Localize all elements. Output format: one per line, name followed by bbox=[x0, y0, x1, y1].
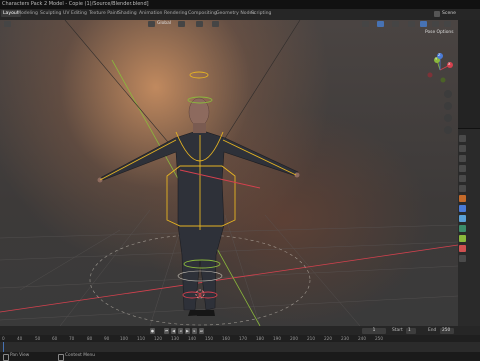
ruler-tick: 50 bbox=[35, 335, 41, 341]
ruler-tick: 120 bbox=[154, 335, 162, 341]
pan-hand-icon[interactable] bbox=[444, 102, 452, 110]
world-tab-icon[interactable] bbox=[459, 185, 466, 192]
ruler-tick: 100 bbox=[120, 335, 128, 341]
ruler-tick: 150 bbox=[205, 335, 213, 341]
transform-orientation-dropdown[interactable]: Global bbox=[157, 21, 171, 26]
ruler-tick: 160 bbox=[222, 335, 230, 341]
jump-keyframe-forward-button[interactable]: ▸ bbox=[192, 327, 197, 334]
properties-panel[interactable] bbox=[458, 128, 480, 327]
proportional-edit-icon[interactable] bbox=[212, 21, 219, 27]
modifier-tab-icon[interactable] bbox=[459, 205, 466, 212]
timeline-ruler[interactable]: 0 40 50 60 70 80 90 100 110 120 130 140 … bbox=[0, 335, 480, 342]
ruler-tick: 220 bbox=[324, 335, 332, 341]
end-frame-field[interactable]: 250 bbox=[440, 327, 454, 334]
context-menu-hint: Context Menu bbox=[65, 353, 95, 358]
playhead[interactable] bbox=[3, 342, 4, 352]
tab-scripting[interactable]: Scripting bbox=[251, 11, 271, 16]
x-axis-line bbox=[0, 244, 458, 313]
ruler-tick: 140 bbox=[188, 335, 196, 341]
ruler-tick: 90 bbox=[104, 335, 110, 341]
jump-end-button[interactable]: ⏭ bbox=[199, 327, 204, 334]
status-bar: Pan View Context Menu bbox=[0, 352, 480, 361]
zoom-icon[interactable] bbox=[444, 90, 452, 98]
floor-grid bbox=[0, 209, 458, 326]
scene-selector[interactable]: Scene bbox=[442, 10, 456, 18]
ruler-tick: 230 bbox=[341, 335, 349, 341]
window-titlebar: Characters Pack 2 Model - Copie (1)/Sour… bbox=[0, 0, 480, 9]
scene-icon[interactable] bbox=[434, 11, 440, 17]
ruler-tick: 180 bbox=[256, 335, 264, 341]
ruler-tick: 190 bbox=[273, 335, 281, 341]
tab-uv-editing[interactable]: UV Editing bbox=[63, 11, 87, 16]
pose-options-dropdown[interactable]: Pose Options bbox=[425, 30, 454, 35]
shading-solid-icon[interactable] bbox=[420, 21, 427, 27]
gizmo-y-label: Y bbox=[435, 57, 438, 61]
tab-compositing[interactable]: Compositing bbox=[188, 11, 217, 16]
ruler-tick: 0 bbox=[2, 335, 5, 341]
visibility-icon[interactable] bbox=[362, 21, 369, 27]
transform-orientation-icon[interactable] bbox=[148, 21, 155, 27]
shading-material-icon[interactable] bbox=[432, 21, 439, 27]
physics-tab-icon[interactable] bbox=[459, 225, 466, 232]
scene-tab-icon[interactable] bbox=[459, 175, 466, 182]
gizmo-z-label: Z bbox=[438, 53, 441, 57]
overlay-toggle-icon[interactable] bbox=[392, 21, 399, 27]
ruler-tick: 60 bbox=[52, 335, 58, 341]
jump-keyframe-back-button[interactable]: ◀ bbox=[171, 327, 176, 334]
ruler-tick: 130 bbox=[171, 335, 179, 341]
ruler-tick: 110 bbox=[137, 335, 145, 341]
ruler-tick: 40 bbox=[17, 335, 23, 341]
tool-tab-icon[interactable] bbox=[459, 135, 466, 142]
shading-rendered-icon[interactable] bbox=[444, 21, 451, 27]
mode-selector-icon[interactable] bbox=[4, 21, 11, 27]
end-frame-label: End bbox=[428, 328, 437, 333]
navigation-gizmo[interactable] bbox=[427, 53, 454, 83]
tab-animation[interactable]: Animation bbox=[139, 11, 162, 16]
pivot-point-icon[interactable] bbox=[178, 21, 185, 27]
material-tab-icon[interactable] bbox=[459, 245, 466, 252]
view-layer-tab-icon[interactable] bbox=[459, 165, 466, 172]
ruler-tick: 210 bbox=[307, 335, 315, 341]
output-tab-icon[interactable] bbox=[459, 155, 466, 162]
tab-sculpting[interactable]: Sculpting bbox=[40, 11, 61, 16]
perspective-toggle-icon[interactable] bbox=[444, 126, 452, 134]
tab-geometry-nodes[interactable]: Geometry Nodes bbox=[216, 11, 255, 16]
ruler-tick: 170 bbox=[239, 335, 247, 341]
jump-start-button[interactable]: ⏮ bbox=[164, 327, 169, 334]
tab-modeling[interactable]: Modeling bbox=[17, 11, 38, 16]
window-title: Characters Pack 2 Model - Copie (1)/Sour… bbox=[2, 1, 149, 7]
xray-toggle-icon[interactable] bbox=[408, 21, 415, 27]
start-frame-field[interactable]: 1 bbox=[406, 327, 416, 334]
viewport-scene bbox=[0, 20, 458, 326]
ruler-tick: 200 bbox=[290, 335, 298, 341]
snap-icon[interactable] bbox=[196, 21, 203, 27]
tab-rendering[interactable]: Rendering bbox=[164, 11, 187, 16]
mouse-right-icon bbox=[58, 353, 64, 361]
camera-view-icon[interactable] bbox=[444, 114, 452, 122]
ruler-tick: 250 bbox=[375, 335, 383, 341]
timeline-header: ● ⏮ ◀ ◂ ▶ ▸ ⏭ 1 Start 1 End 250 bbox=[0, 326, 480, 335]
pan-view-hint: Pan View bbox=[10, 353, 30, 358]
data-tab-icon[interactable] bbox=[459, 255, 466, 262]
3d-viewport[interactable]: X Y Z Global Pose Options bbox=[0, 20, 458, 326]
current-frame-field[interactable]: 1 bbox=[362, 327, 386, 334]
mouse-middle-icon bbox=[3, 353, 9, 361]
timeline-track-area[interactable] bbox=[0, 342, 480, 352]
tab-texture-paint[interactable]: Texture Paint bbox=[89, 11, 119, 16]
gizmo-toggle-icon[interactable] bbox=[377, 21, 384, 27]
gizmo-x-label: X bbox=[448, 62, 451, 66]
play-button[interactable]: ▶ bbox=[185, 327, 190, 334]
constraints-tab-icon[interactable] bbox=[459, 235, 466, 242]
play-reverse-button[interactable]: ◂ bbox=[178, 327, 183, 334]
render-tab-icon[interactable] bbox=[459, 145, 466, 152]
start-frame-label: Start bbox=[392, 328, 403, 333]
particles-tab-icon[interactable] bbox=[459, 215, 466, 222]
ruler-tick: 70 bbox=[69, 335, 75, 341]
record-button[interactable]: ● bbox=[150, 327, 155, 334]
object-tab-icon[interactable] bbox=[459, 195, 466, 202]
ruler-tick: 240 bbox=[358, 335, 366, 341]
workspace-tabs-bar: Layout Modeling Sculpting UV Editing Tex… bbox=[0, 9, 480, 20]
ruler-tick: 80 bbox=[87, 335, 93, 341]
tab-shading[interactable]: Shading bbox=[118, 11, 137, 16]
